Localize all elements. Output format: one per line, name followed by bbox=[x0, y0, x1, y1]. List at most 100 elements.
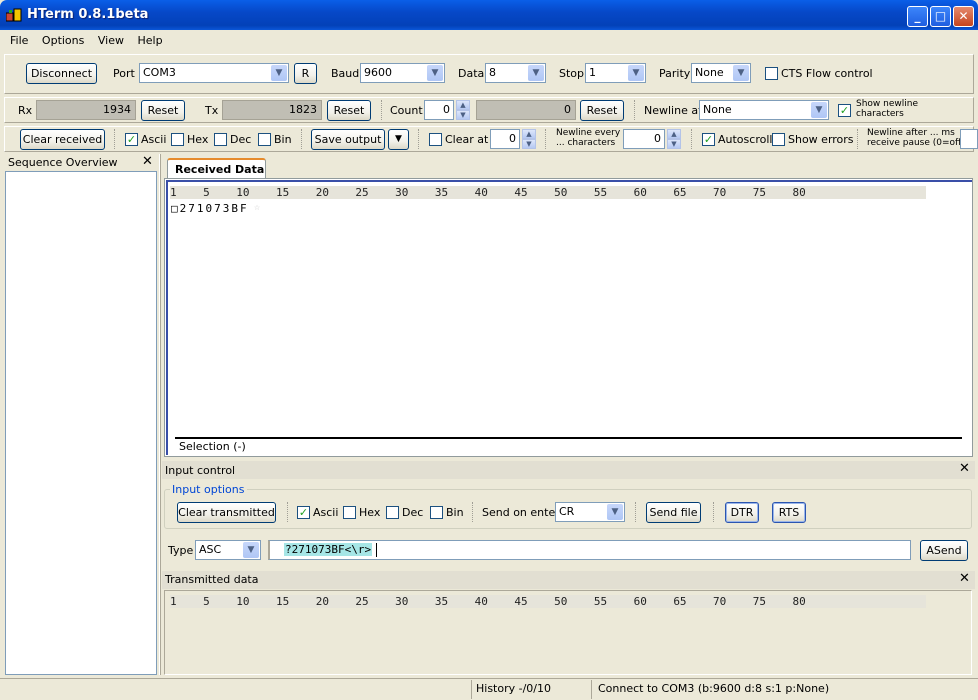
tx-count-field: 1823 bbox=[222, 100, 322, 120]
clear-at-spinner[interactable]: ▲ ▼ bbox=[522, 129, 536, 149]
input-control-header: Input control ✕ bbox=[162, 461, 975, 479]
count-reset-button[interactable]: Reset bbox=[580, 100, 624, 121]
status-connection: Connect to COM3 (b:9600 d:8 s:1 p:None) bbox=[598, 682, 830, 695]
recv-ascii-checkbox[interactable]: ✓ bbox=[125, 133, 138, 146]
sequence-overview-header: Sequence Overview ✕ bbox=[4, 154, 157, 171]
show-newline-checkbox[interactable]: ✓ bbox=[838, 104, 851, 117]
newline-at-label: Newline at bbox=[644, 104, 703, 117]
input-hex-checkbox[interactable] bbox=[343, 506, 356, 519]
transmitted-header: Transmitted data ✕ bbox=[162, 571, 975, 589]
separator bbox=[114, 129, 116, 149]
newline-after-input[interactable] bbox=[960, 129, 978, 149]
input-control-title: Input control bbox=[165, 464, 236, 477]
close-icon[interactable]: ✕ bbox=[959, 571, 970, 586]
transmitted-title: Transmitted data bbox=[165, 573, 259, 586]
cursor-marker-icon: ☆ bbox=[254, 202, 261, 213]
show-errors-checkbox[interactable] bbox=[772, 133, 785, 146]
baud-select[interactable]: 9600 ▼ bbox=[360, 63, 445, 83]
cts-flow-checkbox[interactable] bbox=[765, 67, 778, 80]
menu-help[interactable]: Help bbox=[137, 31, 162, 47]
dtr-button[interactable]: DTR bbox=[725, 502, 759, 523]
input-dec-label: Dec bbox=[402, 506, 424, 519]
recv-hex-checkbox[interactable] bbox=[171, 133, 184, 146]
received-data-area[interactable] bbox=[166, 180, 972, 455]
received-ruler: 1 5 10 15 20 25 30 35 40 45 50 55 60 65 … bbox=[170, 186, 926, 199]
input-dec-checkbox[interactable] bbox=[386, 506, 399, 519]
clear-transmitted-button[interactable]: Clear transmitted bbox=[177, 502, 276, 523]
clear-at-label: Clear at bbox=[445, 133, 489, 146]
minimize-icon[interactable]: _ bbox=[907, 6, 928, 27]
disconnect-button[interactable]: Disconnect bbox=[26, 63, 97, 84]
chevron-down-icon: ▼ bbox=[528, 65, 544, 81]
recv-dec-checkbox[interactable] bbox=[214, 133, 227, 146]
recv-dec-label: Dec bbox=[230, 133, 252, 146]
input-hex-label: Hex bbox=[359, 506, 381, 519]
clear-received-button[interactable]: Clear received bbox=[20, 129, 105, 150]
rts-button[interactable]: RTS bbox=[772, 502, 806, 523]
recv-bin-checkbox[interactable] bbox=[258, 133, 271, 146]
type-label: Type bbox=[168, 544, 194, 557]
selection-divider bbox=[175, 437, 962, 439]
tx-reset-button[interactable]: Reset bbox=[327, 100, 371, 121]
app-icon bbox=[5, 8, 22, 22]
chevron-down-icon: ▼ bbox=[427, 65, 443, 81]
data-bits-select[interactable]: 8 ▼ bbox=[485, 63, 546, 83]
splitter[interactable] bbox=[159, 154, 161, 675]
close-icon[interactable]: ✕ bbox=[959, 461, 970, 476]
input-text-field[interactable]: ?271073BF<\r> bbox=[268, 540, 911, 560]
port-select[interactable]: COM3 ▼ bbox=[139, 63, 289, 83]
title-bar: HTerm 0.8.1beta _ □ ✕ bbox=[0, 0, 978, 30]
autoscroll-checkbox[interactable]: ✓ bbox=[702, 133, 715, 146]
rx-label: Rx bbox=[18, 104, 33, 117]
count-value-field: 0 bbox=[476, 100, 576, 120]
clear-at-checkbox[interactable] bbox=[429, 133, 442, 146]
save-output-button[interactable]: Save output bbox=[311, 129, 385, 150]
menu-file[interactable]: File bbox=[10, 31, 28, 47]
recv-hex-label: Hex bbox=[187, 133, 209, 146]
transmitted-ruler: 1 5 10 15 20 25 30 35 40 45 50 55 60 65 … bbox=[170, 595, 926, 608]
window-title: HTerm 0.8.1beta bbox=[27, 7, 149, 22]
maximize-icon[interactable]: □ bbox=[930, 6, 951, 27]
menu-view[interactable]: View bbox=[98, 31, 124, 47]
input-ascii-label: Ascii bbox=[313, 506, 339, 519]
menu-options[interactable]: Options bbox=[42, 31, 84, 47]
separator bbox=[635, 502, 637, 522]
save-output-dropdown-icon[interactable]: ▼ bbox=[388, 129, 409, 150]
send-on-enter-select[interactable]: CR ▼ bbox=[555, 502, 625, 522]
asend-button[interactable]: ASend bbox=[920, 540, 968, 561]
input-bin-checkbox[interactable] bbox=[430, 506, 443, 519]
input-text-value: ?271073BF<\r> bbox=[284, 543, 373, 556]
separator bbox=[287, 502, 289, 522]
separator bbox=[418, 129, 420, 149]
stop-bits-select[interactable]: 1 ▼ bbox=[585, 63, 646, 83]
clear-at-input[interactable]: 0 bbox=[490, 129, 520, 149]
count-input[interactable]: 0 bbox=[424, 100, 454, 120]
rx-reset-button[interactable]: Reset bbox=[141, 100, 185, 121]
rx-count-field: 1934 bbox=[36, 100, 136, 120]
tab-received-data[interactable]: Received Data bbox=[167, 158, 266, 178]
autoscroll-label: Autoscroll bbox=[718, 133, 773, 146]
count-label: Count bbox=[390, 104, 423, 117]
newline-every-spinner[interactable]: ▲ ▼ bbox=[667, 129, 681, 149]
count-spinner[interactable]: ▲ ▼ bbox=[456, 100, 470, 120]
parity-select[interactable]: None ▼ bbox=[691, 63, 751, 83]
parity-label: Parity bbox=[659, 67, 691, 80]
close-icon[interactable]: ✕ bbox=[953, 6, 974, 27]
separator bbox=[301, 129, 303, 149]
stop-label: Stop bbox=[559, 67, 585, 80]
input-ascii-checkbox[interactable]: ✓ bbox=[297, 506, 310, 519]
type-select[interactable]: ASC ▼ bbox=[195, 540, 261, 560]
cts-flow-label: CTS Flow control bbox=[781, 67, 873, 80]
text-cursor bbox=[376, 543, 377, 557]
close-icon[interactable]: ✕ bbox=[142, 154, 153, 169]
input-bin-label: Bin bbox=[446, 506, 464, 519]
separator bbox=[545, 129, 547, 149]
send-file-button[interactable]: Send file bbox=[646, 502, 701, 523]
chevron-down-icon: ▼ bbox=[628, 65, 644, 81]
sequence-overview-list[interactable] bbox=[5, 171, 157, 675]
newline-every-input[interactable]: 0 bbox=[623, 129, 665, 149]
newline-at-select[interactable]: None ▼ bbox=[699, 100, 829, 120]
separator bbox=[691, 129, 693, 149]
send-on-enter-label: Send on enter bbox=[482, 506, 560, 519]
refresh-ports-button[interactable]: R bbox=[294, 63, 317, 84]
